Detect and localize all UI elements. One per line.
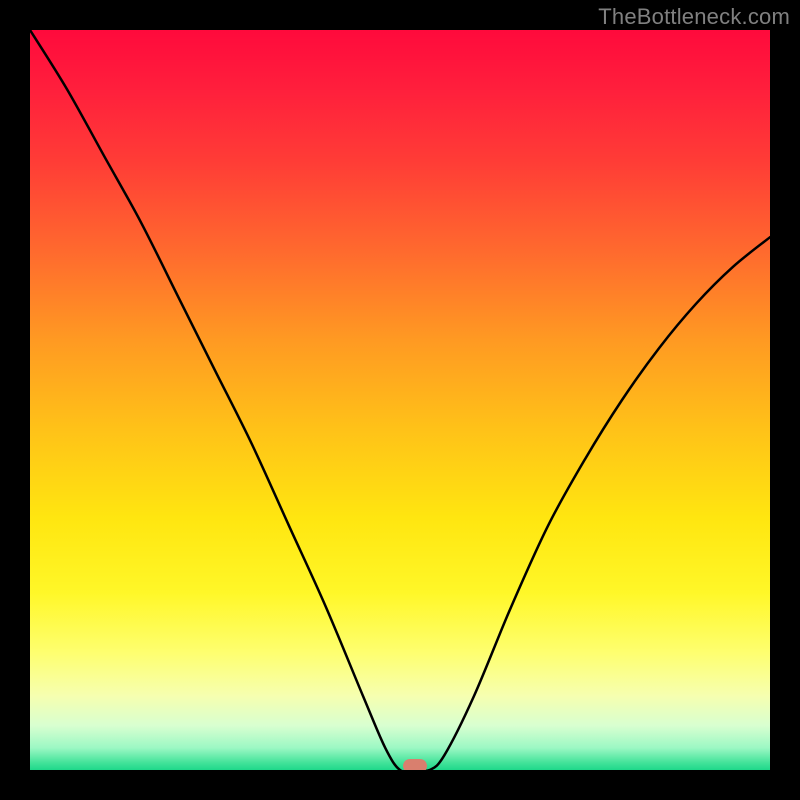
watermark-text: TheBottleneck.com <box>598 4 790 30</box>
optimum-marker <box>403 759 427 770</box>
plot-area <box>30 30 770 770</box>
chart-frame: TheBottleneck.com <box>0 0 800 800</box>
bottleneck-curve <box>30 30 770 770</box>
